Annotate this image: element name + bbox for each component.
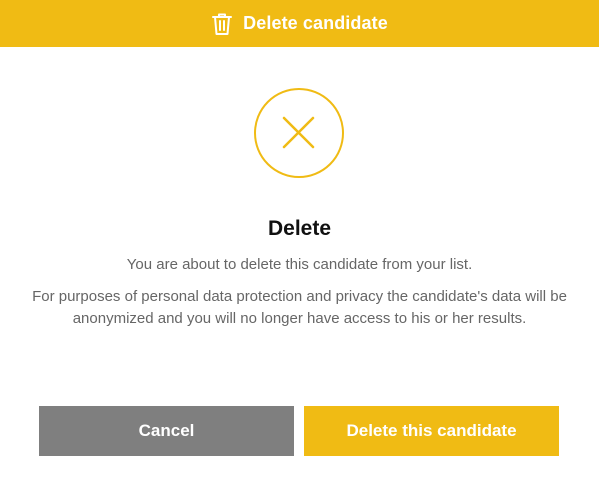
dialog-header: Delete candidate [0,0,599,47]
close-circle-icon [254,88,344,178]
dialog-title: Delete candidate [243,13,388,33]
privacy-notice: For purposes of personal data protection… [32,288,567,327]
trash-icon [211,12,233,36]
delete-candidate-dialog: Delete candidate Delete You are about to… [0,0,599,495]
cancel-button[interactable]: Cancel [39,406,294,456]
confirmation-message: You are about to delete this candidate f… [126,256,473,273]
confirmation-heading: Delete [267,217,332,240]
delete-candidate-button[interactable]: Delete this candidate [304,406,559,456]
